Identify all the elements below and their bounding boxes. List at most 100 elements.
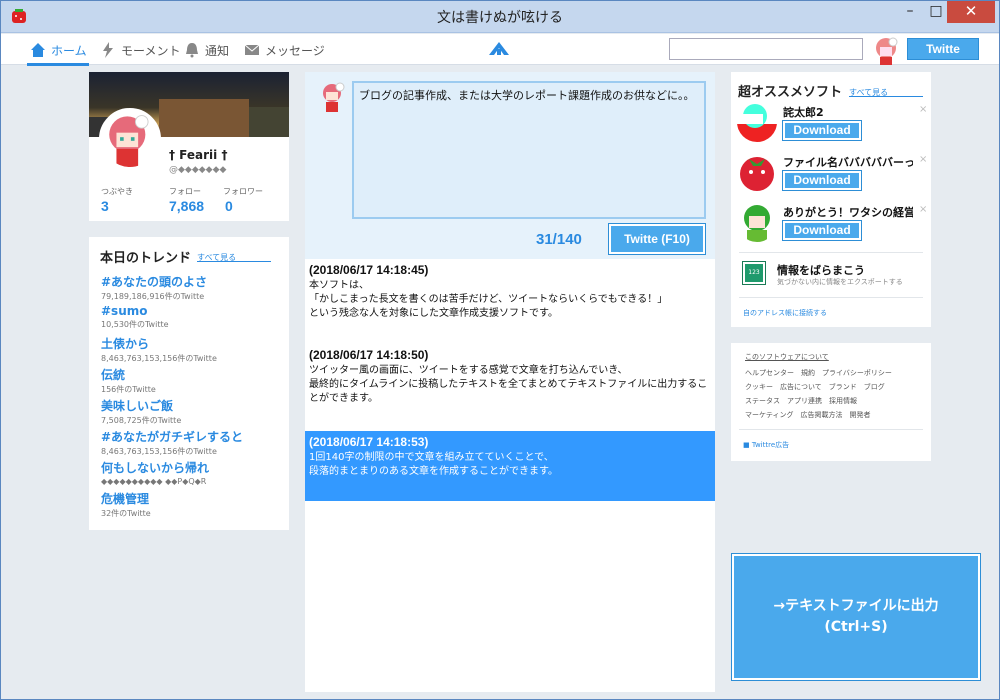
trend-tag: #sumo — [101, 304, 148, 318]
dismiss-icon[interactable]: × — [919, 204, 927, 215]
export-label: →テキストファイルに出力 — [773, 598, 939, 614]
footer-link-row[interactable]: ステータス アプリ連携 採用情報 — [745, 394, 925, 408]
nav-moments[interactable]: モーメント — [99, 39, 181, 61]
minimize-button[interactable]: – — [897, 1, 923, 23]
see-all-underline — [849, 96, 923, 97]
nav-messages-label: メッセージ — [265, 43, 325, 58]
close-button[interactable]: ✕ — [947, 1, 995, 23]
user-avatar[interactable] — [871, 35, 901, 65]
trend-meta: 79,189,186,916件のTwitte — [101, 292, 205, 301]
trend-meta: 10,530件のTwitte — [101, 320, 169, 329]
char-counter: 31/140 — [536, 231, 582, 248]
trend-item[interactable]: #あなたがガチギレすると 8,463,763,153,156件のTwitte — [101, 428, 285, 457]
info-share-icon-text: 123 — [748, 269, 760, 276]
title-bar[interactable]: 文は書けぬが呟ける – □ ✕ — [1, 1, 999, 33]
recommend-card: 超オススメソフト すべて見る 詫太郎2 Download × ファイル名ババババ… — [731, 72, 931, 327]
ad-link[interactable]: ■ Twittre広告 — [743, 440, 789, 450]
tweet-body: ツイッター風の画面に、ツイートをする感覚で文章を打ち込んでいき、 最終的にタイム… — [309, 365, 708, 404]
tweets-label: つぶやき — [101, 187, 133, 196]
tweets-count[interactable]: 3 — [101, 198, 109, 214]
timeline: (2018/06/17 14:18:45) 本ソフトは、 「かしこまった長文を書… — [305, 259, 715, 692]
trend-tag: #あなたがガチギレすると — [101, 430, 244, 444]
followers-label: フォロワー — [223, 187, 263, 196]
twitte-header-button[interactable]: Twitte — [907, 38, 979, 60]
trend-meta: 156件のTwitte — [101, 385, 156, 394]
following-label: フォロー — [169, 187, 201, 196]
footer-link-row[interactable]: マーケティング 広告掲載方法 開発者 — [745, 408, 925, 422]
footer-card: このソフトウェアについて ヘルプセンター 規約 プライバシーポリシー クッキー … — [731, 343, 931, 461]
footer-link-row[interactable]: ヘルプセンター 規約 プライバシーポリシー — [745, 366, 925, 380]
followers-count[interactable]: 0 — [225, 198, 233, 214]
software-name[interactable]: 詫太郎2 — [783, 104, 913, 120]
profile-card: † Fearii † @◆◆◆◆◆◆◆ つぶやき 3 フォロー 7,868 フォ… — [89, 72, 289, 221]
software-thumbnail — [737, 102, 777, 142]
compose-avatar — [323, 82, 345, 112]
about-link[interactable]: このソフトウェアについて — [745, 352, 829, 362]
address-book-link[interactable]: 自のアドレス帳に接続する — [743, 308, 827, 318]
trend-meta: ◆◆◆◆◆◆◆◆◆◆ ◆◆P◆Q◆R — [101, 477, 207, 486]
trend-item[interactable]: 伝統 156件のTwitte — [101, 366, 285, 395]
tweet-timestamp: (2018/06/17 14:18:50) — [309, 348, 429, 362]
nav-notifications[interactable]: 通知 — [183, 39, 229, 61]
software-name[interactable]: ファイル名バババババーっ… — [783, 154, 913, 170]
see-all-underline — [197, 261, 271, 262]
trend-tag: #あなたの頭のよさ — [101, 275, 208, 289]
nav-home-label: ホーム — [51, 43, 87, 58]
nav-home[interactable]: ホーム — [27, 39, 89, 66]
divider — [739, 297, 923, 298]
dismiss-icon[interactable]: × — [919, 154, 927, 165]
trend-tag: 何もしないから帰れ — [101, 461, 210, 475]
trend-tag: 危機管理 — [101, 492, 150, 506]
top-navbar: ホーム モーメント 通知 メッセージ Twitte — [1, 34, 999, 66]
trend-item[interactable]: 何もしないから帰れ ◆◆◆◆◆◆◆◆◆◆ ◆◆P◆Q◆R — [101, 459, 285, 486]
info-share-subtitle: 気づかない内に情報をエクスポートする — [777, 278, 903, 286]
footer-link-row[interactable]: クッキー 広告について ブランド ブログ — [745, 380, 925, 394]
profile-handle: @◆◆◆◆◆◆◆ — [169, 165, 227, 175]
trends-card: 本日のトレンド すべて見る #あなたの頭のよさ 79,189,186,916件のT… — [89, 237, 289, 530]
trend-meta: 32件のTwitte — [101, 509, 151, 518]
nav-notifications-label: 通知 — [205, 43, 230, 58]
twitte-submit-button[interactable]: Twitte (F10) — [608, 223, 706, 255]
following-count[interactable]: 7,868 — [169, 198, 204, 214]
trend-tag: 土俵から — [101, 337, 150, 351]
search-input[interactable] — [669, 38, 863, 60]
info-share-icon: 123 — [742, 261, 766, 285]
download-button[interactable]: Download — [782, 120, 862, 141]
maximize-button[interactable]: □ — [923, 1, 949, 23]
dismiss-icon[interactable]: × — [919, 104, 927, 115]
window-title: 文は書けぬが呟ける — [437, 10, 563, 26]
bell-icon — [186, 43, 198, 58]
trend-item[interactable]: #あなたの頭のよさ 79,189,186,916件のTwitte — [101, 273, 285, 302]
export-text-file-button[interactable]: →テキストファイルに出力 (Ctrl+S) — [731, 553, 981, 681]
tweet-item-selected[interactable]: (2018/06/17 14:18:53) 1回140字の制限の中で文章を組み立… — [305, 431, 715, 501]
trend-meta: 8,463,763,153,156件のTwitte — [101, 354, 217, 363]
trend-tag: 伝統 — [101, 368, 126, 382]
software-name[interactable]: ありがとう！ワタシの経営 — [783, 204, 913, 220]
tweet-body: 1回140字の制限の中で文章を組み立てていくことで、 段落的まとまりのある文章を… — [309, 452, 558, 477]
compose-panel: ブログの記事作成、または大学のレポート課題作成のお供などに。。 31/140 T… — [305, 72, 715, 259]
tweet-item[interactable]: (2018/06/17 14:18:50) ツイッター風の画面に、ツイートをする… — [305, 344, 715, 424]
divider — [739, 252, 923, 253]
trend-item[interactable]: 美味しいご飯 7,508,725件のTwitte — [101, 397, 285, 426]
trend-item[interactable]: 危機管理 32件のTwitte — [101, 490, 285, 519]
envelope-icon — [244, 44, 260, 55]
download-button[interactable]: Download — [782, 170, 862, 191]
trend-item[interactable]: #sumo 10,530件のTwitte — [101, 304, 285, 330]
tomato-thumbnail — [737, 152, 777, 192]
profile-avatar[interactable] — [99, 108, 161, 170]
compose-textarea[interactable]: ブログの記事作成、または大学のレポート課題作成のお供などに。。 — [352, 81, 706, 219]
trend-item[interactable]: 土俵から 8,463,763,153,156件のTwitte — [101, 335, 285, 364]
profile-name[interactable]: † Fearii † — [169, 148, 227, 162]
nav-messages[interactable]: メッセージ — [243, 39, 325, 61]
info-share-title[interactable]: 情報をばらまこう — [777, 262, 865, 278]
trend-meta: 7,508,725件のTwitte — [101, 416, 182, 425]
download-button[interactable]: Download — [782, 220, 862, 241]
tweet-timestamp: (2018/06/17 14:18:53) — [309, 435, 429, 449]
recommend-item: ファイル名バババババーっ… Download × — [737, 152, 927, 198]
tweet-item[interactable]: (2018/06/17 14:18:45) 本ソフトは、 「かしこまった長文を書… — [305, 259, 715, 329]
trend-meta: 8,463,763,153,156件のTwitte — [101, 447, 217, 456]
home-icon — [31, 43, 45, 57]
recommend-title: 超オススメソフト — [738, 85, 843, 100]
nav-moments-label: モーメント — [121, 43, 181, 58]
app-logo-icon — [489, 42, 509, 55]
